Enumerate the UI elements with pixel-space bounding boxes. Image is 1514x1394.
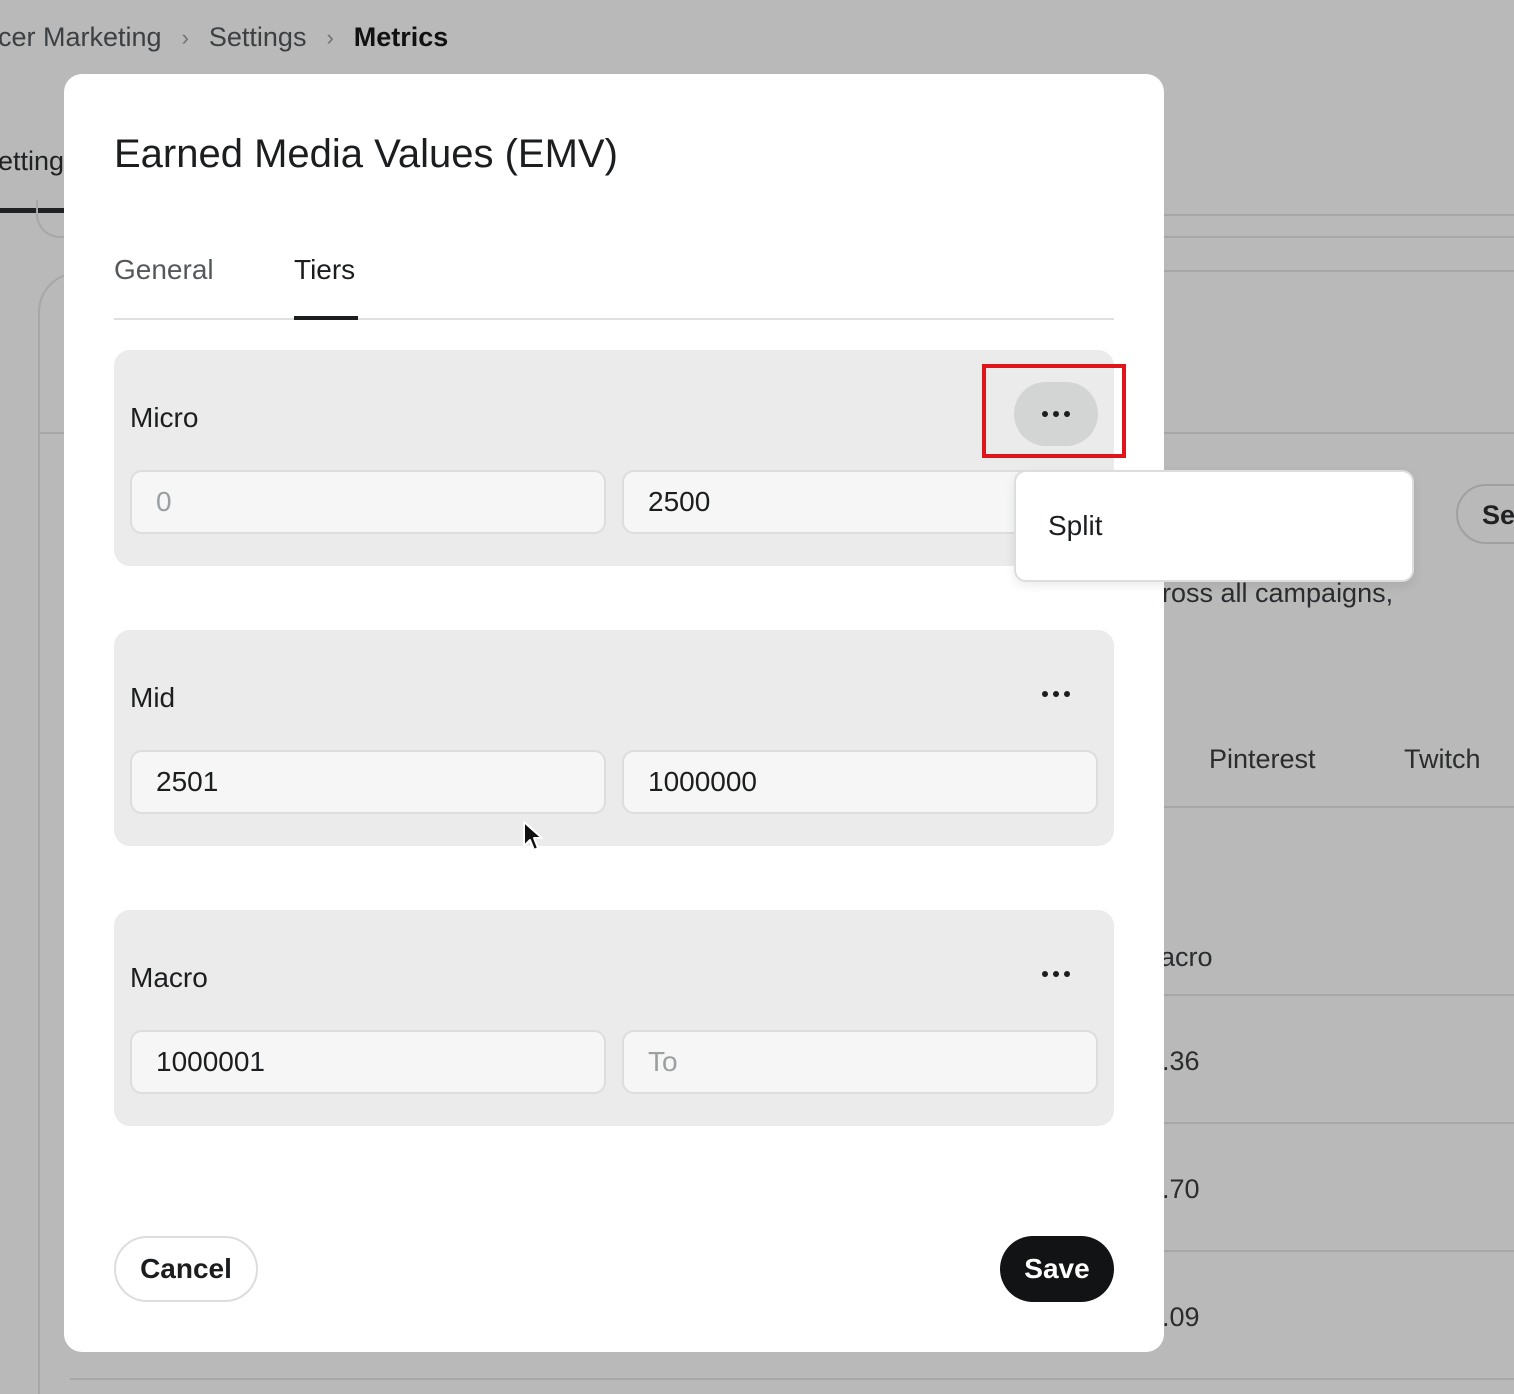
modal-title: Earned Media Values (EMV) bbox=[114, 132, 618, 176]
table-row-label: acro bbox=[1160, 942, 1213, 972]
menu-item-split[interactable]: Split bbox=[1048, 510, 1102, 542]
tier-card-micro: Micro bbox=[114, 350, 1114, 566]
breadcrumb-item-marketing[interactable]: cer Marketing bbox=[0, 22, 162, 53]
tier-card-macro: Macro bbox=[114, 910, 1114, 1126]
chevron-right-icon: › bbox=[181, 24, 189, 50]
highlight-box bbox=[982, 364, 1126, 458]
tier-actions-menu: Split bbox=[1014, 470, 1414, 582]
table-cell: .36 bbox=[1162, 1046, 1200, 1076]
tier-name: Micro bbox=[130, 402, 199, 433]
table-cell: .70 bbox=[1162, 1174, 1200, 1204]
more-horizontal-icon bbox=[1042, 971, 1070, 977]
divider bbox=[1164, 1250, 1514, 1252]
emv-modal: Earned Media Values (EMV) General Tiers … bbox=[64, 74, 1164, 1352]
background-button[interactable]: Se bbox=[1456, 484, 1514, 544]
breadcrumb: cer Marketing › Settings › Metrics bbox=[0, 22, 448, 53]
divider bbox=[1164, 270, 1514, 272]
tier-more-button[interactable] bbox=[1014, 942, 1098, 1006]
divider bbox=[1164, 1122, 1514, 1124]
background-description: ross all campaigns, bbox=[1162, 578, 1394, 608]
tier-from-input[interactable] bbox=[130, 750, 606, 814]
divider bbox=[70, 1378, 1514, 1380]
column-header-twitch: Twitch bbox=[1404, 744, 1481, 774]
cancel-button[interactable]: Cancel bbox=[114, 1236, 258, 1302]
save-button[interactable]: Save bbox=[1000, 1236, 1114, 1302]
background-settings-tab[interactable]: etting bbox=[0, 146, 64, 177]
divider bbox=[1164, 806, 1514, 808]
divider bbox=[1164, 994, 1514, 996]
tier-from-input[interactable] bbox=[130, 1030, 606, 1094]
tier-name: Macro bbox=[130, 962, 208, 993]
table-cell: .09 bbox=[1162, 1302, 1200, 1332]
tier-name: Mid bbox=[130, 682, 176, 713]
divider bbox=[38, 432, 40, 1394]
column-header-pinterest: Pinterest bbox=[1209, 744, 1316, 774]
divider bbox=[1164, 236, 1514, 238]
divider bbox=[1164, 214, 1514, 216]
breadcrumb-current: Metrics bbox=[353, 22, 449, 52]
more-horizontal-icon bbox=[1042, 691, 1070, 697]
tier-to-input[interactable] bbox=[622, 750, 1098, 814]
tier-from-input[interactable] bbox=[130, 470, 606, 534]
tier-to-input[interactable] bbox=[622, 1030, 1098, 1094]
breadcrumb-item-settings[interactable]: Settings bbox=[209, 22, 307, 53]
tab-tiers[interactable]: Tiers bbox=[294, 254, 355, 286]
modal-tabs: General Tiers bbox=[114, 250, 1114, 320]
tier-more-button[interactable] bbox=[1014, 662, 1098, 726]
chevron-right-icon: › bbox=[326, 24, 334, 50]
active-tab-indicator bbox=[294, 316, 358, 320]
tab-general[interactable]: General bbox=[114, 254, 214, 286]
mouse-pointer-icon bbox=[523, 821, 543, 851]
tier-card-mid: Mid bbox=[114, 630, 1114, 846]
